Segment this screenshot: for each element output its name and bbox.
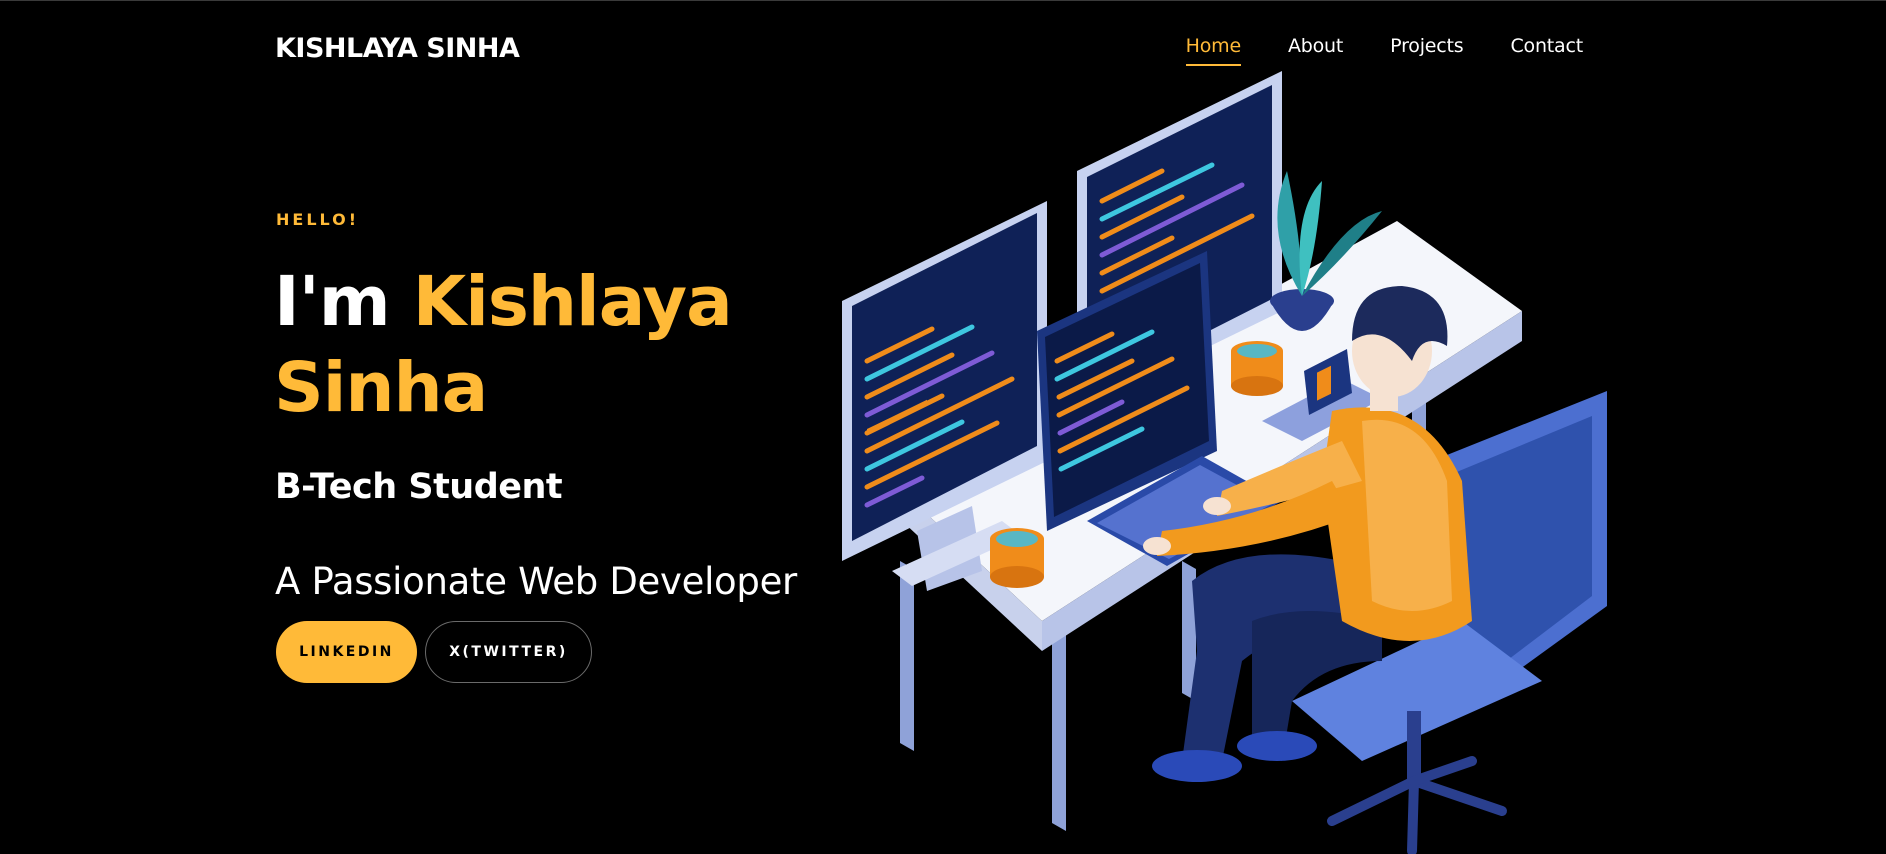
- site-logo[interactable]: KISHLAYA SINHA: [275, 33, 520, 64]
- mug-right: [1231, 341, 1283, 396]
- hero-intro: I'm: [274, 262, 391, 342]
- linkedin-button[interactable]: LINKEDIN: [276, 621, 417, 683]
- hero-name-first: Kishlaya: [412, 262, 733, 342]
- hero-greeting: HELLO!: [276, 210, 360, 229]
- mug-left: [990, 528, 1044, 588]
- hero-name-last: Sinha: [274, 348, 488, 428]
- hero-role: B-Tech Student: [275, 467, 563, 507]
- developer-at-desk-illustration: [842, 71, 1607, 854]
- hero-tagline: A Passionate Web Developer: [275, 560, 797, 603]
- twitter-button[interactable]: X(TWITTER): [425, 621, 592, 683]
- hero-headline: I'm Kishlaya Sinha: [274, 259, 794, 431]
- page: KISHLAYA SINHA Home About Projects Conta…: [0, 0, 1886, 854]
